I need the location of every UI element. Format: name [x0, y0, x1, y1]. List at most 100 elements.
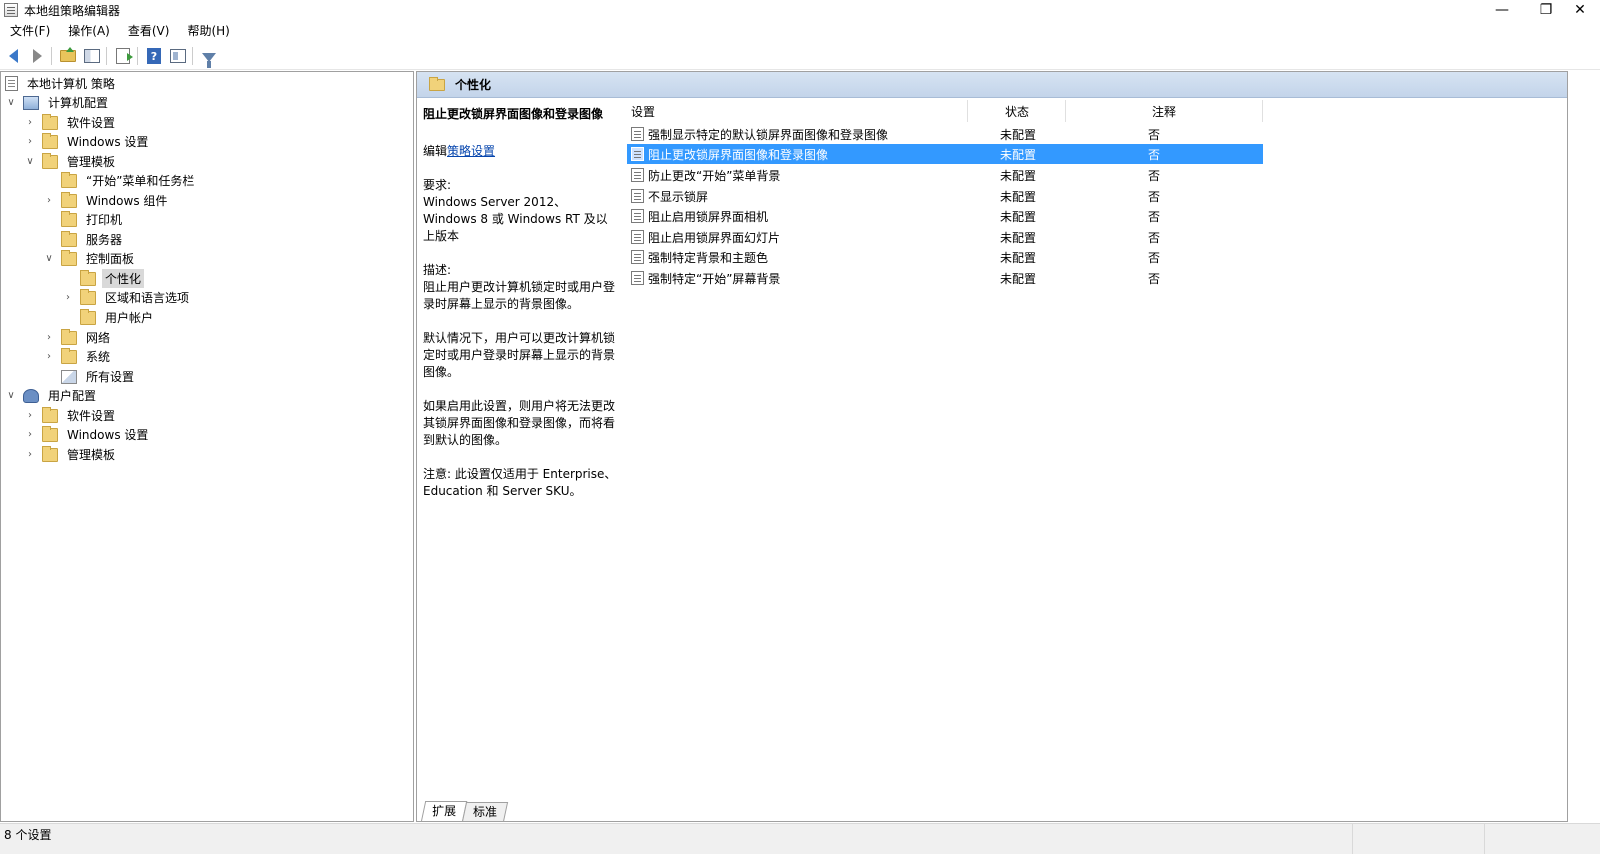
- tree-item-region-language[interactable]: › 区域和语言选项: [62, 288, 192, 307]
- requirements-text: Windows Server 2012、Windows 8 或 Windows …: [423, 195, 608, 243]
- tree-item-personalization[interactable]: 个性化: [80, 269, 145, 288]
- menu-help[interactable]: 帮助(H): [179, 20, 237, 42]
- tree-item-computer-config[interactable]: ∨ 计算机配置: [5, 93, 111, 112]
- tab-extended[interactable]: 扩展: [420, 801, 468, 821]
- chevron-right-icon[interactable]: ›: [43, 332, 55, 344]
- tree-item-software-settings[interactable]: › 软件设置: [24, 113, 118, 132]
- policy-row[interactable]: 强制特定“开始”屏幕背景 未配置 否: [627, 268, 1263, 288]
- chevron-right-icon[interactable]: ›: [24, 449, 36, 461]
- tree-item-server[interactable]: 服务器: [61, 230, 125, 249]
- tree-pane: 本地计算机 策略 ∨ 计算机配置 › 软件设置 › Windows 设置 ∨ 管…: [0, 71, 414, 822]
- folder-icon: [61, 230, 77, 247]
- default-text: 默认情况下，用户可以更改计算机锁定时或用户登录时屏幕上显示的背景图像。: [423, 331, 616, 379]
- tree-item-admin-templates[interactable]: ∨ 管理模板: [24, 152, 118, 171]
- policy-comment: 否: [1148, 147, 1161, 162]
- menu-view[interactable]: 查看(V): [120, 20, 178, 42]
- chevron-right-icon[interactable]: ›: [24, 136, 36, 148]
- forward-arrow-icon: [32, 49, 42, 63]
- help-button[interactable]: ?: [143, 45, 165, 67]
- policy-comment: 否: [1148, 189, 1161, 204]
- folder-icon: [42, 445, 58, 462]
- chevron-right-icon[interactable]: ›: [62, 292, 74, 304]
- tree-item-label: 控制面板: [86, 252, 135, 266]
- policy-name: 不显示锁屏: [648, 189, 709, 204]
- policy-row[interactable]: 阻止启用锁屏界面相机 未配置 否: [627, 206, 1263, 226]
- tree-item-user-windows-settings[interactable]: › Windows 设置: [24, 425, 151, 444]
- back-button[interactable]: [2, 45, 24, 67]
- toolbar: ?: [0, 43, 1600, 70]
- filter-button[interactable]: [198, 45, 220, 68]
- tree-item-start-menu-taskbar[interactable]: “开始”菜单和任务栏: [61, 171, 197, 190]
- tree-item-label: Windows 设置: [67, 135, 149, 149]
- policy-name: 阻止启用锁屏界面幻灯片: [648, 230, 781, 245]
- column-separator[interactable]: [967, 100, 968, 122]
- toolbar-separator: [106, 47, 107, 65]
- policy-row-selected[interactable]: 阻止更改锁屏界面图像和登录图像 未配置 否: [627, 144, 1263, 164]
- chevron-right-icon[interactable]: ›: [24, 429, 36, 441]
- chevron-right-icon[interactable]: ›: [43, 195, 55, 207]
- tree-item-printers[interactable]: 打印机: [61, 210, 125, 229]
- tree-item-user-admin-templates[interactable]: › 管理模板: [24, 445, 118, 464]
- minimize-button[interactable]: —: [1482, 0, 1522, 20]
- policy-row[interactable]: 阻止启用锁屏界面幻灯片 未配置 否: [627, 227, 1263, 247]
- menu-action[interactable]: 操作(A): [60, 20, 118, 42]
- title-bar: 本地组策略编辑器: [0, 0, 1600, 20]
- column-header-state[interactable]: 状态: [1005, 100, 1065, 122]
- status-text: 8 个设置: [4, 828, 52, 842]
- column-header-comment[interactable]: 注释: [1152, 100, 1212, 122]
- toolbar-separator: [51, 47, 52, 65]
- policy-comment: 否: [1148, 168, 1161, 183]
- chevron-down-icon[interactable]: ∨: [43, 253, 55, 265]
- show-hide-tree-button[interactable]: [81, 45, 103, 67]
- tree-item-network[interactable]: › 网络: [43, 328, 113, 347]
- policy-row[interactable]: 强制显示特定的默认锁屏界面图像和登录图像 未配置 否: [627, 124, 1263, 144]
- folder-icon: [42, 113, 58, 130]
- tab-standard[interactable]: 标准: [461, 802, 509, 821]
- status-bar: 8 个设置: [0, 823, 1600, 854]
- tree-item-label: 打印机: [86, 213, 123, 227]
- policy-row[interactable]: 防止更改“开始”菜单背景 未配置 否: [627, 165, 1263, 185]
- column-separator[interactable]: [1262, 100, 1263, 122]
- policy-setting-icon: [631, 250, 644, 264]
- folder-icon: [80, 308, 96, 325]
- policy-setting-icon: [631, 168, 644, 182]
- chevron-right-icon[interactable]: ›: [24, 117, 36, 129]
- tree-item-label: 管理模板: [67, 155, 116, 169]
- tree-item-label: 网络: [86, 331, 111, 345]
- forward-button[interactable]: [26, 45, 48, 67]
- policy-row[interactable]: 不显示锁屏 未配置 否: [627, 186, 1263, 206]
- tree-item-local-computer-policy[interactable]: 本地计算机 策略: [5, 74, 118, 93]
- tree-item-user-software-settings[interactable]: › 软件设置: [24, 406, 118, 425]
- edit-policy-link[interactable]: 策略设置: [447, 144, 495, 158]
- policy-setting-icon: [631, 147, 644, 161]
- tree-item-user-config[interactable]: ∨ 用户配置: [5, 386, 99, 405]
- tree-item-label: 用户配置: [48, 389, 97, 403]
- folder-icon: [80, 269, 96, 286]
- chevron-right-icon[interactable]: ›: [24, 410, 36, 422]
- tree-item-label: 个性化: [102, 269, 145, 288]
- tree-item-label: “开始”菜单和任务栏: [86, 174, 195, 188]
- policy-row[interactable]: 强制特定背景和主题色 未配置 否: [627, 247, 1263, 267]
- tree-item-windows-components[interactable]: › Windows 组件: [43, 191, 170, 210]
- chevron-down-icon[interactable]: ∨: [24, 156, 36, 168]
- column-header-setting[interactable]: 设置: [631, 100, 971, 122]
- enabled-text: 如果启用此设置，则用户将无法更改其锁屏界面图像和登录图像，而将看到默认的图像。: [423, 399, 616, 447]
- tree-item-windows-settings[interactable]: › Windows 设置: [24, 132, 151, 151]
- tree-item-all-settings[interactable]: 所有设置: [61, 367, 137, 386]
- tab-label: 标准: [473, 805, 498, 819]
- chevron-right-icon[interactable]: ›: [43, 351, 55, 363]
- tree-item-control-panel[interactable]: ∨ 控制面板: [43, 249, 137, 268]
- tree-item-system[interactable]: › 系统: [43, 347, 113, 366]
- chevron-down-icon[interactable]: ∨: [5, 97, 17, 109]
- column-separator[interactable]: [1065, 100, 1066, 122]
- up-level-button[interactable]: [57, 45, 79, 67]
- folder-icon: [80, 288, 96, 305]
- menu-file[interactable]: 文件(F): [2, 20, 58, 42]
- export-list-button[interactable]: [112, 45, 134, 67]
- up-folder-icon: [60, 47, 76, 62]
- policy-state: 未配置: [1000, 168, 1037, 183]
- close-button[interactable]: ✕: [1560, 0, 1600, 20]
- tree-item-user-accounts[interactable]: 用户帐户: [80, 308, 156, 327]
- chevron-down-icon[interactable]: ∨: [5, 390, 17, 402]
- properties-button[interactable]: [167, 45, 189, 67]
